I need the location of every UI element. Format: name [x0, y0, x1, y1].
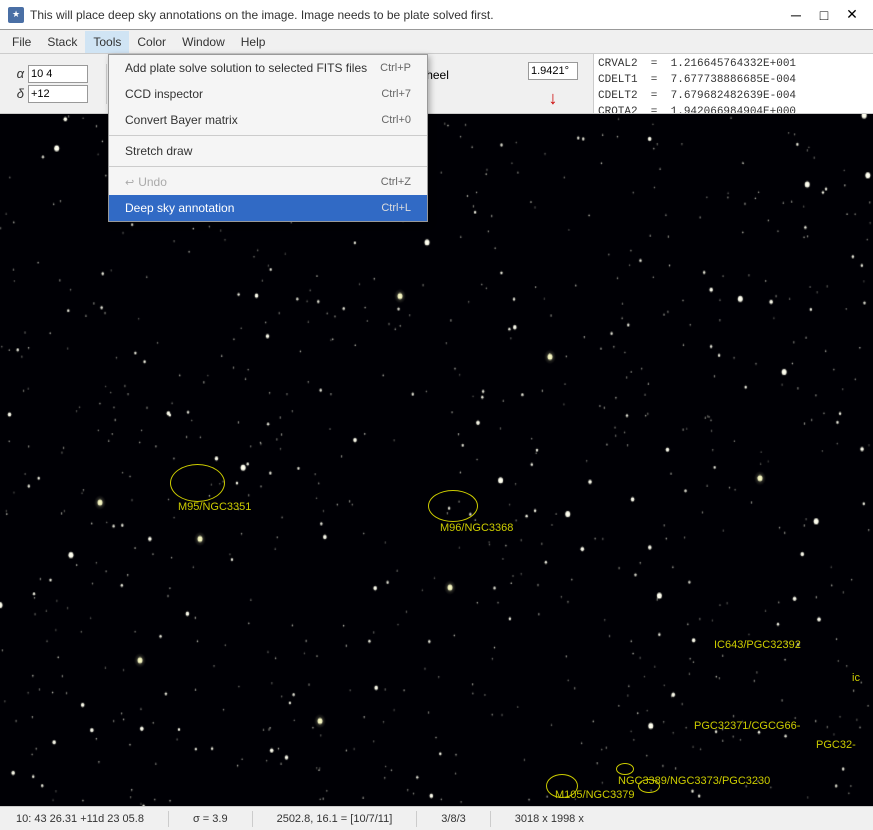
title-text: This will place deep sky annotations on …: [30, 8, 494, 22]
fits-line-crota2: CROTA2 = 1.942066984904E+000: [598, 104, 869, 113]
menu-file[interactable]: File: [4, 31, 39, 53]
menu-stack[interactable]: Stack: [39, 31, 85, 53]
menu-color[interactable]: Color: [129, 31, 174, 53]
alpha-input[interactable]: [28, 65, 88, 83]
coord-panel: α δ: [8, 65, 88, 103]
status-div-1: [168, 811, 169, 827]
menu-item-plate-solve[interactable]: Add plate solve solution to selected FIT…: [109, 55, 427, 81]
menu-separator-2: [109, 166, 427, 167]
menu-window[interactable]: Window: [174, 31, 233, 53]
menu-help[interactable]: Help: [233, 31, 274, 53]
menu-tools[interactable]: Tools: [85, 31, 129, 53]
tools-dropdown-menu: Add plate solve solution to selected FIT…: [108, 54, 428, 222]
minimize-button[interactable]: ─: [783, 5, 809, 25]
status-div-3: [416, 811, 417, 827]
menu-item-deep-sky[interactable]: Deep sky annotation Ctrl+L: [109, 195, 427, 221]
angle-display: 1.9421°: [528, 62, 578, 80]
menu-item-convert-bayer[interactable]: Convert Bayer matrix Ctrl+0: [109, 107, 427, 133]
fits-header-panel[interactable]: CRVAL2 = 1.216645764332E+001 CDELT1 = 7.…: [593, 54, 873, 113]
menu-item-ccd-inspector[interactable]: CCD inspector Ctrl+7: [109, 81, 427, 107]
convert-bayer-label: Convert Bayer matrix: [125, 113, 238, 127]
status-position: 2502.8, 16.1 = [10/7/11]: [269, 813, 401, 825]
arrow-down-icon: ↓: [549, 88, 558, 109]
menu-separator-1: [109, 135, 427, 136]
window-controls: ─ □ ✕: [783, 5, 865, 25]
menu-item-stretch-draw[interactable]: Stretch draw: [109, 138, 427, 164]
alpha-label: α: [8, 66, 24, 81]
undo-label: ↩Undo: [125, 175, 167, 189]
status-div-4: [490, 811, 491, 827]
deep-sky-shortcut: Ctrl+L: [381, 202, 411, 214]
undo-shortcut: Ctrl+Z: [381, 176, 411, 188]
angle-value: 1.9421°: [531, 65, 569, 77]
fits-line-cdelt1: CDELT1 = 7.677738886685E-004: [598, 72, 869, 88]
status-coords: 10: 43 26.31 +11d 23 05.8: [8, 813, 152, 825]
delta-input[interactable]: [28, 85, 88, 103]
status-page: 3/8/3: [433, 813, 473, 825]
status-dimensions: 3018 x 1998 x: [507, 813, 592, 825]
maximize-button[interactable]: □: [811, 5, 837, 25]
ccd-inspector-shortcut: Ctrl+7: [381, 88, 411, 100]
menu-bar: File Stack Tools Color Window Help: [0, 30, 873, 54]
toolbar-separator-1: [106, 64, 107, 104]
ccd-inspector-label: CCD inspector: [125, 87, 203, 101]
plate-solve-shortcut: Ctrl+P: [380, 62, 411, 74]
stretch-draw-menu-label: Stretch draw: [125, 144, 192, 158]
delta-label: δ: [8, 86, 24, 101]
status-div-2: [252, 811, 253, 827]
plate-solve-label: Add plate solve solution to selected FIT…: [125, 61, 367, 75]
title-bar: ★ This will place deep sky annotations o…: [0, 0, 873, 30]
deep-sky-label: Deep sky annotation: [125, 201, 234, 215]
app-icon: ★: [8, 7, 24, 23]
fits-line-crval2: CRVAL2 = 1.216645764332E+001: [598, 56, 869, 72]
status-bar: 10: 43 26.31 +11d 23 05.8 σ = 3.9 2502.8…: [0, 806, 873, 830]
menu-item-undo[interactable]: ↩Undo Ctrl+Z: [109, 169, 427, 195]
status-sigma: σ = 3.9: [185, 813, 236, 825]
close-button[interactable]: ✕: [839, 5, 865, 25]
convert-bayer-shortcut: Ctrl+0: [381, 114, 411, 126]
fits-line-cdelt2: CDELT2 = 7.679682482639E-004: [598, 88, 869, 104]
